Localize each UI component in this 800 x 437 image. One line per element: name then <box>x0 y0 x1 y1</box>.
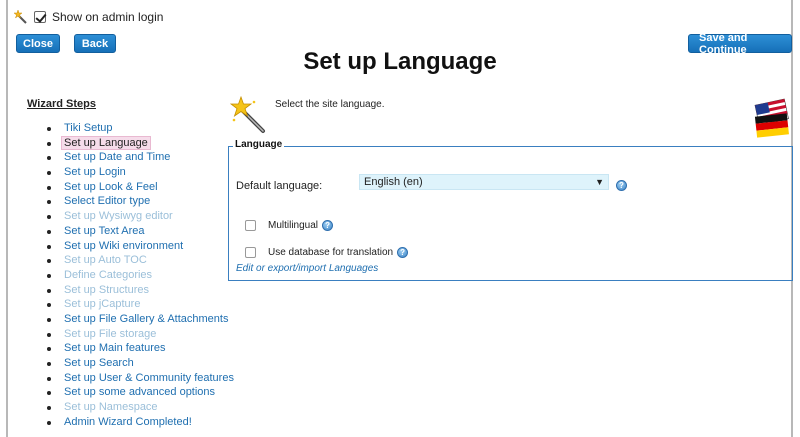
multilingual-row: Multilingual ? <box>245 220 341 231</box>
bullet-icon <box>47 288 51 293</box>
bullet-icon <box>47 273 51 278</box>
bullet-icon <box>47 127 51 131</box>
bullet-icon <box>47 362 51 366</box>
wizard-step[interactable]: Set up Wiki environment <box>30 239 234 254</box>
wizard-step-label: Set up Look & Feel <box>64 180 158 193</box>
bullet-icon <box>47 156 51 161</box>
bullet-icon <box>47 141 51 146</box>
wizard-step-label: Set up File storage <box>64 327 157 340</box>
wizard-steps-title: Wizard Steps <box>27 98 96 110</box>
wizard-step[interactable]: Set up Wysiwyg editor <box>30 209 234 224</box>
wizard-step-label: Set up Main features <box>64 342 166 355</box>
magic-wand-icon <box>230 96 265 133</box>
wizard-step[interactable]: Set up Namespace <box>30 400 234 415</box>
bullet-icon <box>47 347 51 352</box>
bullet-icon <box>47 406 51 411</box>
wizard-step[interactable]: Set up Look & Feel <box>30 180 234 195</box>
default-language-value: English (en) <box>364 176 423 188</box>
wizard-step-label: Set up Structures <box>64 283 149 296</box>
bullet-icon <box>47 200 51 205</box>
page-title: Set up Language <box>303 48 497 75</box>
bullet-icon <box>47 317 51 322</box>
wizard-step[interactable]: Set up Login <box>30 165 234 180</box>
wizard-step-label: Set up Namespace <box>64 401 158 414</box>
language-legend: Language <box>233 139 285 150</box>
bullet-icon <box>47 185 51 190</box>
wizard-step[interactable]: Set up File storage <box>30 327 234 342</box>
bullet-icon <box>47 171 51 176</box>
wizard-step-label: Set up User & Community features <box>64 371 234 384</box>
wizard-step-label: Define Categories <box>64 268 153 281</box>
show-on-admin-login-checkbox[interactable] <box>34 11 46 23</box>
language-flags-icon <box>754 98 789 138</box>
db-translation-label: Use database for translation <box>268 247 394 258</box>
wizard-step[interactable]: Set up File Gallery & Attachments <box>30 312 234 327</box>
help-icon[interactable]: ? <box>322 220 334 231</box>
wizard-step-label: Set up File Gallery & Attachments <box>64 312 229 325</box>
bullet-icon <box>47 332 51 337</box>
wizard-step[interactable]: Set up Search <box>30 356 234 371</box>
wizard-step[interactable]: Select Editor type <box>30 194 234 209</box>
help-icon[interactable]: ? <box>616 180 627 191</box>
wizard-step[interactable]: Set up Auto TOC <box>30 253 234 268</box>
wizard-step-label: Set up Date and Time <box>64 151 171 164</box>
bullet-icon <box>47 215 51 220</box>
wizard-step[interactable]: Set up Structures <box>30 283 234 298</box>
intro-text: Select the site language. <box>275 99 385 110</box>
wizard-step-label: Set up Login <box>64 166 126 179</box>
default-language-select[interactable]: English (en) ▼ <box>359 174 609 190</box>
wizard-step-label: Set up Text Area <box>64 224 145 237</box>
multilingual-label: Multilingual <box>268 220 319 231</box>
db-translation-checkbox[interactable] <box>245 247 256 258</box>
wizard-step[interactable]: Set up Main features <box>30 341 234 356</box>
edit-languages-link[interactable]: Edit or export/import Languages <box>236 263 378 274</box>
wizard-step-label: Admin Wizard Completed! <box>64 415 192 428</box>
bullet-icon <box>47 376 51 381</box>
bullet-icon <box>47 303 51 308</box>
wizard-step-label: Set up Auto TOC <box>64 254 147 267</box>
wizard-step[interactable]: Define Categories <box>30 268 234 283</box>
help-icon[interactable]: ? <box>397 247 409 258</box>
bullet-icon <box>47 229 51 234</box>
multilingual-checkbox[interactable] <box>245 220 256 231</box>
wizard-step-label: Select Editor type <box>64 195 151 208</box>
wizard-step-label: Tiki Setup <box>64 122 113 134</box>
wizard-steps-list: Tiki Setup Set up Language Set up Date and… <box>30 121 234 429</box>
wizard-step-label: Set up Wysiwyg editor <box>64 210 173 223</box>
wizard-step[interactable]: Tiki Setup <box>30 121 234 136</box>
bullet-icon <box>47 391 51 396</box>
bullet-icon <box>47 244 51 249</box>
wizard-step[interactable]: Set up Date and Time <box>30 150 234 165</box>
wizard-step-label: Set up Search <box>64 357 134 369</box>
wizard-step[interactable]: Set up some advanced options <box>30 385 234 400</box>
language-fieldset: Language Default language: English (en) … <box>228 139 793 281</box>
wizard-step[interactable]: Set up Text Area <box>30 224 234 239</box>
magic-wand-icon <box>14 10 27 24</box>
db-translation-row: Use database for translation ? <box>245 247 416 258</box>
wizard-step-label: Set up Language <box>61 135 151 150</box>
wizard-step-label: Set up some advanced options <box>64 386 216 399</box>
default-language-label: Default language: <box>236 180 323 192</box>
wizard-step[interactable]: Set up Language <box>30 135 234 151</box>
show-on-admin-login-label: Show on admin login <box>52 10 164 24</box>
wizard-step-label: Set up jCapture <box>64 298 141 311</box>
chevron-down-icon: ▼ <box>595 177 604 187</box>
wizard-step[interactable]: Set up jCapture <box>30 297 234 312</box>
wizard-step[interactable]: Admin Wizard Completed! <box>30 415 234 430</box>
wizard-step-label: Set up Wiki environment <box>64 239 184 252</box>
bullet-icon <box>47 259 51 264</box>
wizard-step[interactable]: Set up User & Community features <box>30 371 234 386</box>
show-on-admin-login-bar: Show on admin login <box>14 10 163 24</box>
bullet-icon <box>47 420 51 425</box>
